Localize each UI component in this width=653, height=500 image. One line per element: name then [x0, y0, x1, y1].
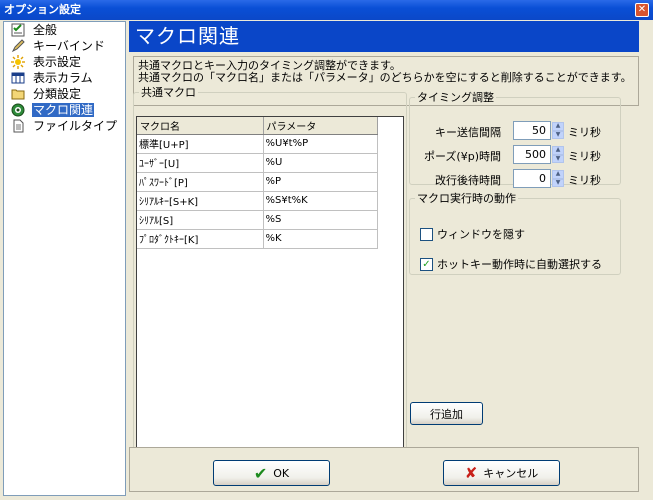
- sidebar-item-label: 分類設定: [33, 87, 82, 101]
- macro-name-cell[interactable]: 標準[U+P]: [137, 134, 264, 154]
- execution-group-label: マクロ実行時の動作: [417, 192, 516, 205]
- timing-group: タイミング調整 キー送信間隔 50 ▲ ▼ ミリ秒 ポーズ(¥p)時間 500 …: [409, 89, 622, 188]
- hide-window-checkbox[interactable]: ウィンドウを隠す: [420, 226, 525, 242]
- timing-unit: ミリ秒: [568, 174, 601, 187]
- macro-param-cell[interactable]: %U¥t%P: [263, 134, 378, 154]
- globe-icon: [10, 103, 26, 117]
- common-macro-label: 共通マクロ: [141, 86, 196, 99]
- sidebar-item-label: 表示設定: [33, 55, 82, 69]
- table-row[interactable]: ﾕｰｻﾞｰ[U] %U: [137, 153, 378, 173]
- sidebar-item-general[interactable]: 全般: [4, 22, 125, 38]
- document-icon: [10, 119, 26, 133]
- timing-label: キー送信間隔: [435, 126, 501, 139]
- checkbox-unchecked[interactable]: [420, 227, 433, 241]
- table-row[interactable]: ｼﾘｱﾙｷｰ[S+K] %S¥t%K: [137, 191, 378, 211]
- x-icon: ✘: [464, 464, 478, 482]
- sidebar-item-classification[interactable]: 分類設定: [4, 86, 125, 102]
- timing-row-key-interval: キー送信間隔 50 ▲ ▼ ミリ秒: [410, 121, 622, 141]
- timing-label: ポーズ(¥p)時間: [423, 150, 501, 163]
- sidebar-item-label: ファイルタイプ: [33, 119, 118, 133]
- description-line-2: 共通マクロの「マクロ名」または「パラメータ」のどちらかを空にすると削除することが…: [138, 71, 632, 84]
- key-interval-input[interactable]: 50: [513, 121, 551, 140]
- sidebar-item-label: 表示カラム: [33, 71, 93, 85]
- timing-row-newline-wait: 改行後待時間 0 ▲ ▼ ミリ秒: [410, 169, 622, 189]
- cancel-button[interactable]: ✘ キャンセル: [443, 460, 560, 486]
- table-row[interactable]: ﾌﾟﾛﾀﾞｸﾄｷｰ[K] %K: [137, 229, 378, 249]
- sidebar-item-label: キーバインド: [33, 39, 105, 53]
- pencil-icon: [10, 39, 26, 53]
- sidebar-item-keybind[interactable]: キーバインド: [4, 38, 125, 54]
- ok-button[interactable]: ✔ OK: [213, 460, 330, 486]
- timing-row-pause: ポーズ(¥p)時間 500 ▲ ▼ ミリ秒: [410, 145, 622, 165]
- pause-time-spinner[interactable]: ▲ ▼: [552, 146, 564, 163]
- checkbox-label: ホットキー動作時に自動選択する: [437, 258, 602, 271]
- timing-group-label: タイミング調整: [417, 91, 494, 104]
- macro-table[interactable]: マクロ名 パラメータ 標準[U+P] %U¥t%P ﾕｰｻﾞｰ[U] %U ﾊﾟ…: [136, 116, 404, 462]
- sidebar-item-label: マクロ関連: [32, 103, 95, 117]
- sidebar-item-display[interactable]: 表示設定: [4, 54, 125, 70]
- spin-down-icon[interactable]: ▼: [552, 154, 564, 163]
- macro-name-cell[interactable]: ｼﾘｱﾙ[S]: [137, 210, 264, 230]
- table-row[interactable]: 標準[U+P] %U¥t%P: [137, 134, 378, 154]
- execution-group: マクロ実行時の動作 ウィンドウを隠す ✓ ホットキー動作時に自動選択する: [409, 190, 621, 275]
- macro-name-cell[interactable]: ﾌﾟﾛﾀﾞｸﾄｷｰ[K]: [137, 229, 264, 249]
- close-button[interactable]: ✕: [635, 3, 649, 17]
- spin-down-icon[interactable]: ▼: [552, 178, 564, 187]
- settings-panel: マクロ関連 共通マクロとキー入力のタイミング調整ができます。 共通マクロの「マク…: [129, 21, 647, 496]
- timing-unit: ミリ秒: [568, 126, 601, 139]
- table-header: マクロ名 パラメータ: [137, 117, 378, 135]
- category-tree[interactable]: 全般 キーバインド 表示設定 表示カラム 分類設定 マクロ関連 ファイルタイプ: [3, 21, 126, 496]
- macro-name-cell[interactable]: ﾕｰｻﾞｰ[U]: [137, 153, 264, 173]
- window-title: オプション設定: [4, 3, 81, 16]
- pause-time-input[interactable]: 500: [513, 145, 551, 164]
- window-titlebar: オプション設定 ✕: [0, 0, 653, 20]
- table-row[interactable]: ｼﾘｱﾙ[S] %S: [137, 210, 378, 230]
- cancel-label: キャンセル: [483, 467, 539, 480]
- timing-label: 改行後待時間: [435, 174, 501, 187]
- column-header-macro-name[interactable]: マクロ名: [137, 117, 264, 135]
- newline-wait-input[interactable]: 0: [513, 169, 551, 188]
- sidebar-item-filetype[interactable]: ファイルタイプ: [4, 118, 125, 134]
- page-title: マクロ関連: [129, 21, 639, 52]
- checklist-icon: [10, 23, 26, 37]
- check-icon: ✔: [253, 463, 268, 483]
- macro-name-cell[interactable]: ﾊﾟｽﾜｰﾄﾞ[P]: [137, 172, 264, 192]
- macro-param-cell[interactable]: %K: [263, 229, 378, 249]
- spin-down-icon[interactable]: ▼: [552, 130, 564, 139]
- sidebar-item-columns[interactable]: 表示カラム: [4, 70, 125, 86]
- spin-up-icon[interactable]: ▲: [552, 170, 564, 179]
- button-bar: [129, 447, 639, 492]
- add-row-button[interactable]: 行追加: [410, 402, 483, 425]
- columns-icon: [10, 71, 26, 85]
- key-interval-spinner[interactable]: ▲ ▼: [552, 122, 564, 139]
- sidebar-item-label: 全般: [33, 23, 58, 37]
- macro-param-cell[interactable]: %S: [263, 210, 378, 230]
- folder-icon: [10, 87, 26, 101]
- macro-param-cell[interactable]: %P: [263, 172, 378, 192]
- spin-up-icon[interactable]: ▲: [552, 122, 564, 131]
- close-icon: ✕: [637, 4, 647, 15]
- sun-icon: [10, 55, 26, 69]
- sidebar-item-macro[interactable]: マクロ関連: [4, 102, 125, 118]
- macro-name-cell[interactable]: ｼﾘｱﾙｷｰ[S+K]: [137, 191, 264, 211]
- auto-select-checkbox[interactable]: ✓ ホットキー動作時に自動選択する: [420, 256, 602, 272]
- macro-param-cell[interactable]: %U: [263, 153, 378, 173]
- newline-wait-spinner[interactable]: ▲ ▼: [552, 170, 564, 187]
- checkbox-label: ウィンドウを隠す: [437, 228, 525, 241]
- ok-label: OK: [273, 466, 290, 480]
- timing-unit: ミリ秒: [568, 150, 601, 163]
- spin-up-icon[interactable]: ▲: [552, 146, 564, 155]
- macro-param-cell[interactable]: %S¥t%K: [263, 191, 378, 211]
- common-macro-group: 共通マクロ マクロ名 パラメータ 標準[U+P] %U¥t%P ﾕｰｻﾞｰ[U]: [133, 84, 407, 472]
- table-row[interactable]: ﾊﾟｽﾜｰﾄﾞ[P] %P: [137, 172, 378, 192]
- checkmark-icon[interactable]: ✓: [420, 257, 433, 271]
- column-header-parameter[interactable]: パラメータ: [263, 117, 378, 135]
